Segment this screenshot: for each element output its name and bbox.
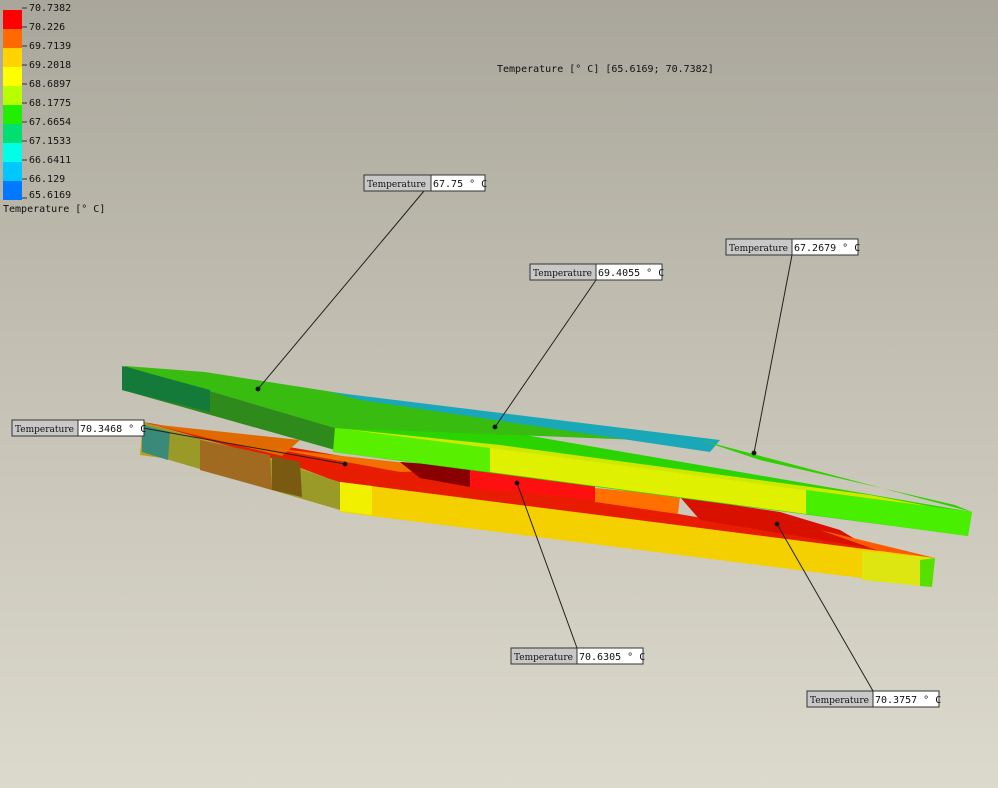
legend-tick-5: 68.6897 (29, 79, 71, 90)
probe-6-name: Temperature (810, 696, 869, 706)
legend-swatch-1 (3, 10, 22, 29)
probe-tag-2: Temperature 69.4055 ° C (529, 263, 664, 281)
legend-swatch-10 (3, 181, 22, 200)
legend-tick-10: 66.129 (29, 174, 65, 185)
legend-tick-2: 70.226 (29, 22, 65, 33)
legend-swatch-3 (3, 48, 22, 67)
legend-swatch-6 (3, 105, 22, 124)
3d-viewport[interactable]: Temperature 67.75 ° C Temperature 69.405… (0, 0, 998, 788)
probe-4-name: Temperature (15, 425, 74, 435)
legend-swatch-8 (3, 143, 22, 162)
probe-tag-4: Temperature 70.3468 ° C (11, 419, 146, 437)
color-legend: 70.7382 70.226 69.7139 69.2018 68.6897 6… (3, 3, 105, 215)
legend-tick-11: 65.6169 (29, 190, 71, 201)
legend-tick-3: 69.7139 (29, 41, 71, 52)
probe-2-name: Temperature (533, 269, 592, 279)
legend-tick-6: 68.1775 (29, 98, 71, 109)
temperature-range-title: Temperature [° C] [65.6169; 70.7382] (497, 64, 714, 75)
legend-swatch-5 (3, 86, 22, 105)
probe-1-value: 67.75 ° C (433, 179, 487, 190)
legend-swatch-7 (3, 124, 22, 143)
probe-3-value: 67.2679 ° C (794, 243, 860, 254)
legend-tick-4: 69.2018 (29, 60, 71, 71)
probe-5-name: Temperature (514, 653, 573, 663)
probe-1-name: Temperature (367, 180, 426, 190)
probe-tag-6: Temperature 70.3757 ° C (806, 690, 941, 708)
probe-3-name: Temperature (729, 244, 788, 254)
probe-5-value: 70.6305 ° C (579, 652, 645, 663)
probe-6-value: 70.3757 ° C (875, 695, 941, 706)
probe-4-value: 70.3468 ° C (80, 424, 146, 435)
probe-tag-3: Temperature 67.2679 ° C (725, 238, 860, 256)
legend-tick-7: 67.6654 (29, 117, 71, 128)
legend-tick-9: 66.6411 (29, 155, 71, 166)
legend-swatch-4 (3, 67, 22, 86)
probe-tag-1: Temperature 67.75 ° C (363, 174, 487, 192)
legend-title: Temperature [° C] (3, 204, 105, 215)
legend-swatch-9 (3, 162, 22, 181)
legend-tick-1: 70.7382 (29, 3, 71, 14)
legend-swatch-2 (3, 29, 22, 48)
probe-tag-5: Temperature 70.6305 ° C (510, 647, 645, 665)
legend-tick-8: 67.1533 (29, 136, 71, 147)
probe-2-value: 69.4055 ° C (598, 268, 664, 279)
